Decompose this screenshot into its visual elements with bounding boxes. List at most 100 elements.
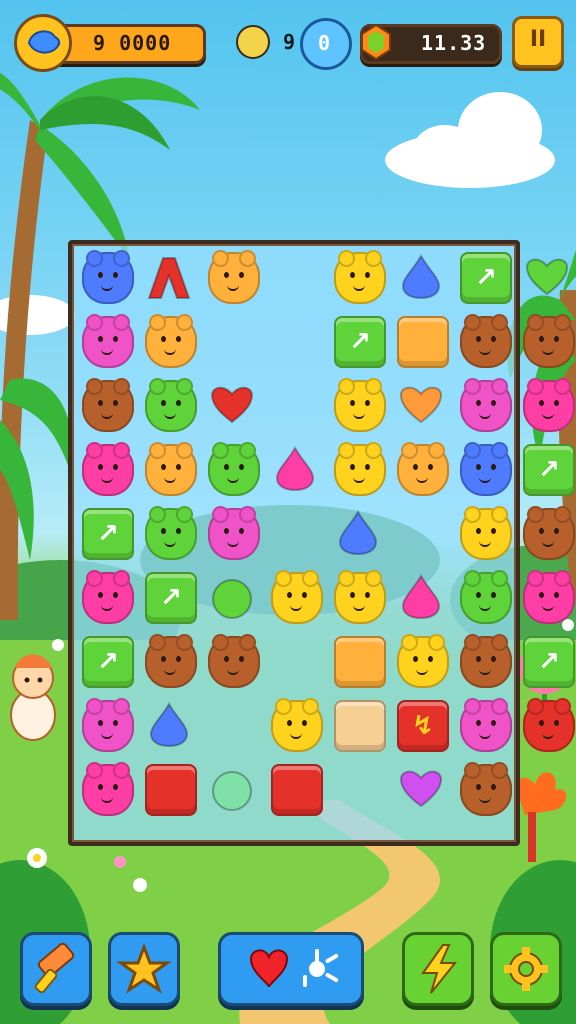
green-block-piece[interactable]: ↗	[145, 572, 197, 624]
board-cell[interactable]	[78, 376, 134, 432]
blue-drop-piece[interactable]	[145, 700, 193, 748]
green-bear-piece[interactable]	[460, 570, 512, 624]
board-cell[interactable]	[456, 504, 512, 560]
board-cell[interactable]	[204, 440, 260, 496]
green-apple-piece[interactable]	[208, 572, 256, 620]
board-cell[interactable]	[267, 440, 323, 496]
board-cell[interactable]	[141, 440, 197, 496]
board-cell[interactable]	[393, 376, 449, 432]
board-cell[interactable]	[141, 312, 197, 368]
board-cell[interactable]	[456, 376, 512, 432]
board-cell[interactable]	[267, 632, 323, 688]
board-cell[interactable]	[330, 696, 386, 752]
board-cell[interactable]	[204, 760, 260, 816]
board-cell[interactable]: ↗	[519, 632, 575, 688]
board-cell[interactable]	[141, 504, 197, 560]
board-cell[interactable]	[330, 504, 386, 560]
game-board[interactable]: ↗ ↗ ↗ ↗ ↗ ↗ ↗ ↯	[68, 240, 575, 846]
board-cell[interactable]	[330, 440, 386, 496]
board-cell[interactable]	[204, 632, 260, 688]
orange-block-piece[interactable]	[397, 316, 449, 368]
magenta-drop-piece[interactable]	[397, 572, 445, 620]
board-cell[interactable]	[393, 440, 449, 496]
board-cell[interactable]	[393, 312, 449, 368]
green-block-piece[interactable]: ↗	[460, 252, 512, 304]
blue-drop-piece[interactable]	[334, 508, 382, 556]
brown-bear-piece[interactable]	[460, 634, 512, 688]
yellow-bear-piece[interactable]	[271, 570, 323, 624]
board-cell[interactable]	[519, 696, 575, 752]
blue-bear-piece[interactable]	[82, 250, 134, 304]
board-cell[interactable]	[393, 568, 449, 624]
green-block-piece[interactable]: ↗	[523, 636, 575, 688]
orange-bear-piece[interactable]	[208, 250, 260, 304]
board-cell[interactable]	[78, 760, 134, 816]
lives-button[interactable]	[218, 932, 364, 1006]
star-booster-button[interactable]	[108, 932, 180, 1006]
board-cell[interactable]	[519, 568, 575, 624]
brown-bear-piece[interactable]	[523, 314, 575, 368]
board-cell[interactable]	[141, 696, 197, 752]
settings-button[interactable]	[490, 932, 562, 1006]
board-cell[interactable]	[141, 248, 197, 304]
board-cell[interactable]	[78, 568, 134, 624]
board-cell[interactable]	[456, 760, 512, 816]
board-cell[interactable]	[456, 632, 512, 688]
board-cell[interactable]: ↗	[519, 440, 575, 496]
brown-bear-piece[interactable]	[523, 506, 575, 560]
pink-bear-piece[interactable]	[82, 698, 134, 752]
brown-bear-piece[interactable]	[145, 634, 197, 688]
cream-block-piece[interactable]	[334, 700, 386, 752]
green-bear-piece[interactable]	[145, 506, 197, 560]
green-block-piece[interactable]: ↗	[523, 444, 575, 496]
magenta-bear-piece[interactable]	[82, 570, 134, 624]
pink-bear-piece[interactable]	[460, 378, 512, 432]
green-bear-piece[interactable]	[145, 378, 197, 432]
board-cell[interactable]	[267, 568, 323, 624]
red-block-piece[interactable]	[145, 764, 197, 816]
orange-block-piece[interactable]	[334, 636, 386, 688]
board-cell[interactable]	[393, 632, 449, 688]
lightning-booster-button[interactable]	[402, 932, 474, 1006]
board-cell[interactable]	[141, 760, 197, 816]
magenta-bear-piece[interactable]	[523, 570, 575, 624]
board-cell[interactable]	[393, 248, 449, 304]
orange-bear-piece[interactable]	[145, 442, 197, 496]
green-bear-piece[interactable]	[208, 442, 260, 496]
brown-bear-piece[interactable]	[460, 314, 512, 368]
board-cell[interactable]	[267, 312, 323, 368]
board-cell[interactable]	[204, 312, 260, 368]
yellow-bear-piece[interactable]	[271, 698, 323, 752]
board-cell[interactable]	[519, 248, 575, 304]
board-cell[interactable]	[330, 248, 386, 304]
pink-bear-piece[interactable]	[460, 698, 512, 752]
green-block-piece[interactable]: ↗	[82, 508, 134, 560]
board-cell[interactable]	[456, 440, 512, 496]
board-cell[interactable]: ↯	[393, 696, 449, 752]
board-cell[interactable]	[267, 760, 323, 816]
board-cell[interactable]	[330, 632, 386, 688]
mint-apple-piece[interactable]	[208, 764, 256, 812]
board-cell[interactable]	[519, 312, 575, 368]
board-cell[interactable]: ↗	[78, 632, 134, 688]
board-cell[interactable]	[330, 568, 386, 624]
yellow-bear-piece[interactable]	[334, 250, 386, 304]
hammer-booster-button[interactable]	[20, 932, 92, 1006]
purple-heart-piece[interactable]	[397, 764, 445, 812]
board-cell[interactable]	[204, 248, 260, 304]
magenta-drop-piece[interactable]	[271, 444, 319, 492]
pink-bear-piece[interactable]	[82, 314, 134, 368]
board-cell[interactable]	[78, 696, 134, 752]
board-cell[interactable]	[456, 696, 512, 752]
magenta-bear-piece[interactable]	[82, 442, 134, 496]
blue-bear-piece[interactable]	[460, 442, 512, 496]
rainbow-heart-piece[interactable]	[397, 380, 445, 428]
board-cell[interactable]	[204, 568, 260, 624]
brown-bear-piece[interactable]	[82, 378, 134, 432]
yellow-bear-piece[interactable]	[334, 570, 386, 624]
red-bear-piece[interactable]	[523, 698, 575, 752]
board-cell[interactable]	[141, 376, 197, 432]
board-cell[interactable]	[519, 760, 575, 816]
yellow-bear-piece[interactable]	[460, 506, 512, 560]
board-cell[interactable]: ↗	[456, 248, 512, 304]
